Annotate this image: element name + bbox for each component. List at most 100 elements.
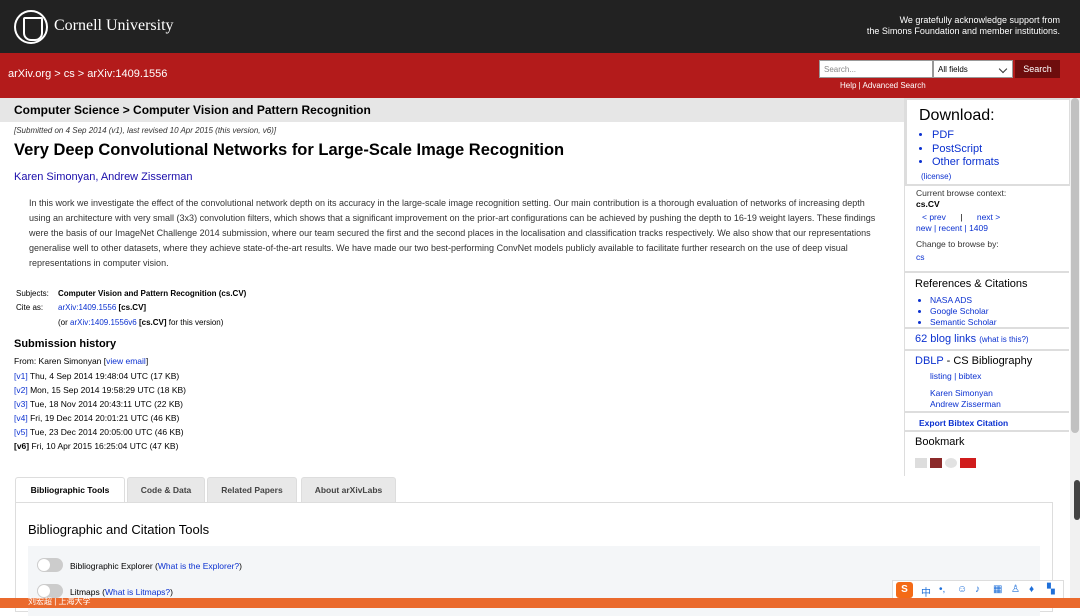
change-browse-label: Change to browse by:	[916, 239, 999, 249]
references-box: References & Citations NASA ADS Google S…	[905, 271, 1069, 327]
license-link[interactable]: (license)	[921, 172, 951, 181]
dblp-rest: - CS Bibliography	[943, 355, 1033, 367]
bibsonomy-icon[interactable]	[915, 457, 927, 468]
paper-authors[interactable]: Karen Simonyan, Andrew Zisserman	[14, 171, 193, 183]
version-link[interactable]: [v3]	[14, 399, 28, 409]
subjects-label: Subjects:	[16, 289, 49, 298]
bookmark-icons	[915, 454, 979, 472]
watermark-text: 刘宏超 | 上海大学	[28, 597, 91, 606]
version-row: [v3] Tue, 18 Nov 2014 20:43:11 UTC (22 K…	[14, 397, 186, 411]
cite-as: arXiv:1409.1556 [cs.CV]	[58, 303, 146, 312]
tab-code-data[interactable]: Code & Data	[127, 477, 205, 503]
dblp-author-1[interactable]: Karen Simonyan	[930, 388, 993, 398]
university-name[interactable]: Cornell University	[54, 17, 174, 35]
tab-about-arxivlabs[interactable]: About arXivLabs	[301, 477, 396, 503]
search-button[interactable]: Search	[1015, 60, 1060, 78]
version-list: [v1] Thu, 4 Sep 2014 19:48:04 UTC (17 KB…	[14, 369, 186, 453]
science-wise-icon[interactable]	[960, 457, 976, 468]
download-title: Download:	[919, 107, 995, 124]
version-date: Tue, 18 Nov 2014 20:43:11 UTC (22 KB)	[27, 399, 183, 409]
top-header: Cornell University We gratefully acknowl…	[0, 0, 1080, 53]
download-pdf-link[interactable]: PDF	[932, 129, 999, 143]
reddit-icon[interactable]	[945, 457, 957, 468]
search-input[interactable]: Search...	[819, 60, 933, 78]
version-link[interactable]: [v4]	[14, 413, 28, 423]
version-row: [v6] Fri, 10 Apr 2015 16:25:04 UTC (47 K…	[14, 439, 186, 453]
tab-bibliographic-tools[interactable]: Bibliographic Tools	[15, 477, 125, 503]
nasa-ads-link[interactable]: NASA ADS	[930, 295, 997, 306]
scrollbar-thumb[interactable]	[1071, 98, 1079, 433]
bottom-watermark-bar	[0, 598, 1080, 608]
submission-history-title: Submission history	[14, 338, 117, 350]
next-link[interactable]: next >	[977, 212, 1000, 222]
user-icon[interactable]: ♙	[1011, 584, 1020, 595]
explorer-help-link[interactable]: What is the Explorer?	[158, 561, 239, 571]
cite-category: [cs.CV]	[118, 303, 147, 312]
cornell-logo-icon[interactable]	[14, 10, 48, 44]
prev-link[interactable]: < prev	[922, 212, 946, 222]
keyboard-icon[interactable]: ▦	[993, 584, 1002, 595]
side-dock-handle[interactable]	[1074, 480, 1080, 520]
help-links[interactable]: Help | Advanced Search	[840, 81, 926, 90]
explorer-label: Bibliographic Explorer (	[70, 561, 158, 571]
browse-context: Current browse context: cs.CV < prev | n…	[916, 188, 1006, 263]
version-link[interactable]: [v2]	[14, 385, 28, 395]
bookmark-title: Bookmark	[915, 436, 965, 448]
acknowledgement: We gratefully acknowledge support from t…	[867, 15, 1060, 37]
export-box: Export Bibtex Citation	[905, 411, 1069, 432]
explorer-close: )	[239, 561, 242, 571]
version-date: Tue, 23 Dec 2014 20:05:00 UTC (46 KB)	[27, 427, 184, 437]
blog-links: 62 blog links (what is this?)	[915, 333, 1029, 345]
context-value: cs.CV	[916, 199, 940, 209]
microphone-icon[interactable]: ♪	[975, 584, 980, 595]
skin-icon[interactable]: ♦	[1029, 584, 1034, 595]
mendeley-icon[interactable]	[930, 457, 942, 468]
view-email-link[interactable]: view email	[106, 356, 146, 366]
cite-v6-link[interactable]: arXiv:1409.1556v6	[70, 318, 137, 327]
prev-next: < prev | next >	[916, 212, 1006, 223]
cite-version: (or arXiv:1409.1556v6 [cs.CV] for this v…	[58, 318, 223, 327]
dblp-link[interactable]: DBLP	[915, 355, 944, 367]
emoji-icon[interactable]: ☺	[957, 584, 967, 595]
download-other-link[interactable]: Other formats	[932, 156, 999, 170]
cite-v6-suffix: for this version)	[166, 318, 224, 327]
paper-title: Very Deep Convolutional Networks for Lar…	[14, 141, 565, 159]
blog-links-box: 62 blog links (what is this?)	[905, 327, 1069, 349]
change-browse-cs[interactable]: cs	[916, 252, 1006, 263]
export-bibtex-link[interactable]: Export Bibtex Citation	[919, 418, 1008, 428]
category-title[interactable]: Computer Science > Computer Vision and P…	[14, 103, 371, 117]
google-scholar-link[interactable]: Google Scholar	[930, 306, 997, 317]
punctuation-icon[interactable]: •,	[939, 584, 945, 595]
tab-related-papers[interactable]: Related Papers	[207, 477, 297, 503]
cite-id-link[interactable]: arXiv:1409.1556	[58, 303, 116, 312]
cite-label: Cite as:	[16, 303, 44, 312]
from-suffix: ]	[145, 356, 149, 366]
dblp-author-2[interactable]: Andrew Zisserman	[930, 399, 1001, 409]
breadcrumb[interactable]: arXiv.org > cs > arXiv:1409.1556	[8, 68, 167, 80]
ime-toolbar: S 中 •, ☺ ♪ ▦ ♙ ♦ ▚	[892, 580, 1064, 600]
grid-icon[interactable]: ▚	[1047, 584, 1055, 595]
prev-next-sep: |	[960, 212, 963, 222]
submission-from: From: Karen Simonyan [view email]	[14, 356, 148, 366]
submission-dates: [Submitted on 4 Sep 2014 (v1), last revi…	[14, 126, 277, 135]
category-bar: Computer Science > Computer Vision and P…	[0, 98, 904, 122]
references-list: NASA ADS Google Scholar Semantic Scholar	[930, 295, 997, 328]
blog-links-link[interactable]: 62 blog links	[915, 333, 976, 345]
ime-lang-indicator[interactable]: 中	[921, 584, 931, 599]
download-postscript-link[interactable]: PostScript	[932, 143, 999, 157]
version-link[interactable]: [v5]	[14, 427, 28, 437]
explorer-toggle[interactable]	[37, 558, 63, 572]
blog-what-link[interactable]: (what is this?)	[979, 335, 1028, 344]
ack-line-1: We gratefully acknowledge support from	[899, 15, 1060, 25]
subjects-value: Computer Vision and Pattern Recognition …	[58, 289, 247, 298]
paper-abstract: In this work we investigate the effect o…	[29, 198, 876, 268]
version-link[interactable]: [v1]	[14, 371, 28, 381]
search-field-select[interactable]: All fields	[933, 60, 1013, 78]
nav-bar: arXiv.org > cs > arXiv:1409.1556 Search.…	[0, 53, 1080, 98]
litmaps-help-link[interactable]: What is Litmaps?	[105, 587, 170, 597]
new-recent-links[interactable]: new | recent | 1409	[916, 223, 1006, 234]
download-box: Download: PDF PostScript Other formats (…	[905, 98, 1071, 186]
listing-bibtex-links[interactable]: listing | bibtex	[930, 371, 981, 381]
sogou-ime-icon[interactable]: S	[896, 582, 913, 598]
download-list: PDF PostScript Other formats	[932, 129, 999, 170]
